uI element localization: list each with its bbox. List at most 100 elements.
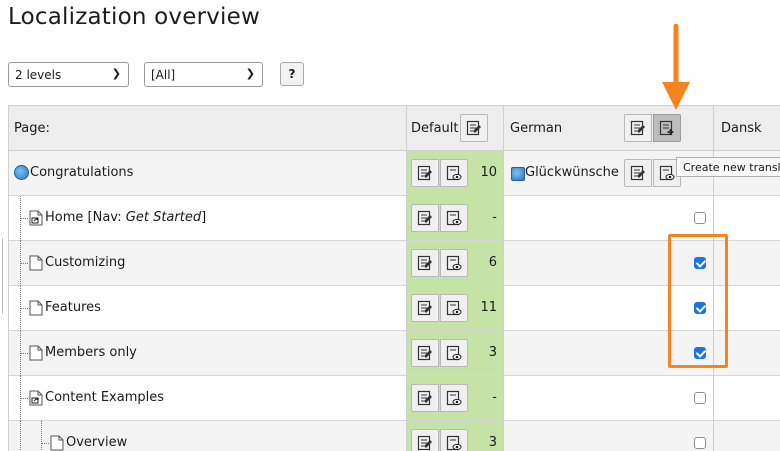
header-german: German [510, 121, 563, 136]
table-row: Customizing 6 [8, 241, 780, 286]
edit-page-icon [417, 300, 432, 316]
shortcut-page-icon [29, 210, 43, 226]
view-page-button[interactable] [440, 339, 468, 367]
view-page-icon [446, 345, 462, 361]
column-divider [406, 105, 407, 451]
table-row: Home [Nav: Get Started] - [8, 196, 780, 241]
edit-page-button[interactable] [411, 339, 439, 367]
row-action-buttons [411, 159, 469, 187]
page-icon [29, 300, 43, 316]
edit-page-icon [417, 210, 432, 226]
header-default: Default: [411, 121, 463, 136]
view-page-icon [446, 390, 462, 406]
tree-line [20, 421, 21, 451]
row-action-buttons [411, 294, 469, 322]
row-action-buttons [411, 249, 469, 277]
new-translation-button[interactable] [653, 114, 681, 142]
language-select-value: [All] [151, 68, 176, 82]
shortcut-page-icon [29, 390, 43, 406]
edit-page-icon [417, 390, 432, 406]
edit-page-button[interactable] [411, 294, 439, 322]
levels-select-value: 2 levels [15, 68, 62, 82]
translate-checkbox[interactable] [694, 392, 706, 404]
page-title-cell[interactable]: Overview [66, 435, 127, 451]
column-divider [503, 105, 504, 451]
header-dansk: Dansk [721, 121, 762, 136]
view-page-button[interactable] [440, 384, 468, 412]
edit-translation-button[interactable] [624, 159, 652, 187]
edit-page-icon [630, 165, 645, 181]
view-page-icon [446, 300, 462, 316]
language-select[interactable]: [All] ❯ [144, 62, 263, 87]
view-page-icon [446, 435, 462, 451]
page-title-cell[interactable]: Content Examples [45, 390, 164, 406]
page-title: Localization overview [8, 4, 260, 30]
view-page-icon [446, 210, 462, 226]
levels-select[interactable]: 2 levels ❯ [8, 62, 129, 87]
nav-title: Get Started [125, 210, 202, 225]
localization-table: Page: Default: German Dansk Congratulati… [8, 105, 780, 451]
table-row: Features 11 [8, 286, 780, 331]
chevron-down-icon: ❯ [245, 67, 255, 80]
page-title-cell[interactable]: Congratulations [30, 165, 133, 181]
column-divider [8, 105, 9, 451]
page-icon [29, 345, 43, 361]
edit-german-header-button[interactable] [624, 114, 652, 142]
page-title-cell[interactable]: Home [Nav: Get Started] [45, 210, 206, 226]
help-button[interactable]: ? [280, 62, 304, 86]
view-page-button[interactable] [440, 159, 468, 187]
row-action-buttons [411, 204, 469, 232]
annotation-arrow-icon [662, 24, 690, 110]
tree-line [42, 443, 49, 444]
edit-page-button[interactable] [411, 204, 439, 232]
edit-page-button[interactable] [411, 429, 439, 451]
edit-page-button[interactable] [411, 249, 439, 277]
view-page-icon [446, 255, 462, 271]
content-count: - [492, 390, 497, 405]
page-title-cell[interactable]: Members only [45, 345, 137, 361]
globe-icon [511, 167, 525, 181]
table-row: Content Examples - [8, 376, 780, 421]
view-page-button[interactable] [440, 294, 468, 322]
edit-default-header-button[interactable] [460, 114, 488, 142]
edit-page-button[interactable] [411, 384, 439, 412]
content-count: 6 [488, 255, 497, 270]
table-row: Congratulations 10 Glückwünsche [8, 151, 780, 196]
page-icon [50, 435, 64, 451]
view-page-button[interactable] [440, 429, 468, 451]
content-count: - [492, 210, 497, 225]
content-count: 10 [480, 165, 497, 180]
page-title-cell[interactable]: Features [45, 300, 101, 316]
annotation-highlight-box [668, 234, 728, 368]
tree-line [21, 398, 28, 399]
tree-line [21, 353, 28, 354]
tree-line [21, 263, 28, 264]
page-title-prefix: Home [Nav: [45, 210, 126, 225]
new-translation-icon [659, 120, 674, 136]
translate-checkbox[interactable] [694, 212, 706, 224]
edit-page-button[interactable] [411, 159, 439, 187]
content-count: 3 [488, 345, 497, 360]
page-title-cell[interactable]: Customizing [45, 255, 125, 271]
chevron-down-icon: ❯ [111, 67, 121, 80]
page-title-suffix: ] [201, 210, 207, 225]
edit-page-icon [417, 345, 432, 361]
edit-page-icon [466, 120, 481, 136]
collapsed-panel-edge[interactable] [0, 238, 3, 314]
translate-checkbox[interactable] [694, 437, 706, 449]
row-action-buttons [411, 339, 469, 367]
view-page-button[interactable] [440, 249, 468, 277]
edit-page-icon [417, 435, 432, 451]
tree-line [21, 218, 28, 219]
tree-line [41, 421, 42, 451]
translation-action-buttons [624, 159, 682, 187]
edit-page-icon [630, 120, 645, 136]
content-count: 11 [480, 300, 497, 315]
edit-page-icon [417, 165, 432, 181]
translation-title-cell[interactable]: Glückwünsche [525, 165, 619, 181]
table-row: Members only 3 [8, 331, 780, 376]
edit-page-icon [417, 255, 432, 271]
view-page-button[interactable] [440, 204, 468, 232]
globe-icon [14, 165, 29, 180]
tooltip: Create new translation [676, 157, 780, 177]
